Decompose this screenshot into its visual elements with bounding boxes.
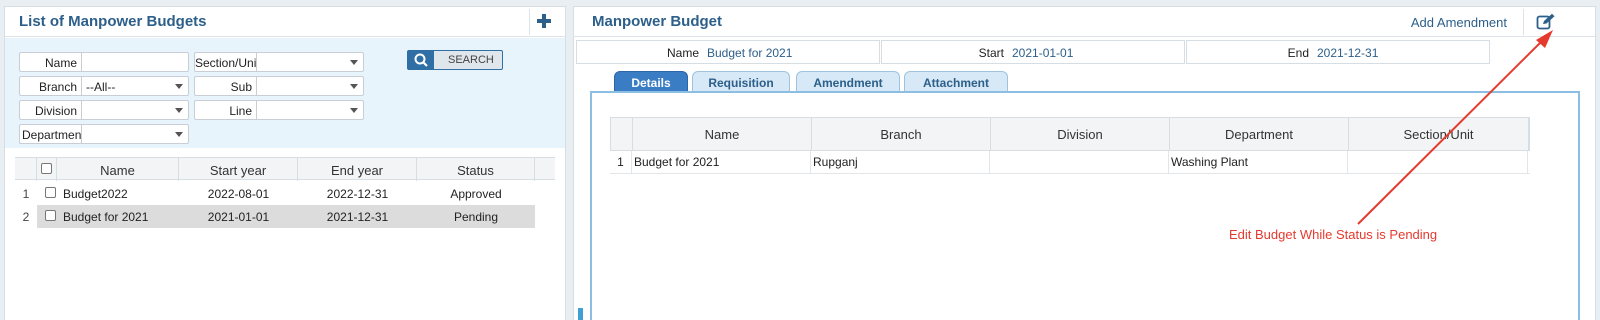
annotation-text: Edit Budget While Status is Pending [1229, 227, 1438, 242]
annotation-arrow [1357, 30, 1553, 225]
